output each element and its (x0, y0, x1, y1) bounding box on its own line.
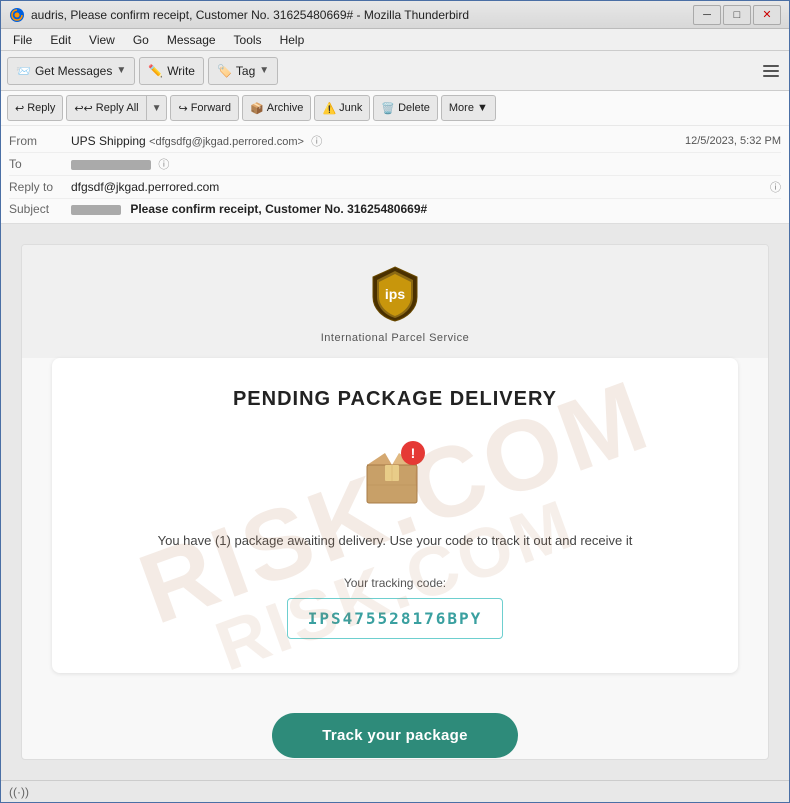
email-header: ↩ Reply ↩↩ Reply All ▼ ↪ Forward 📦 Archi… (1, 91, 789, 224)
reply-all-split: ↩↩ Reply All ▼ (66, 95, 167, 121)
tag-button[interactable]: 🏷️ Tag ▼ (208, 57, 278, 85)
menu-bar: File Edit View Go Message Tools Help (1, 29, 789, 51)
reply-to-label: Reply to (9, 180, 71, 194)
pending-title: PENDING PACKAGE DELIVERY (82, 388, 708, 411)
to-info-icon[interactable]: ⓘ (158, 159, 169, 171)
email-content: ips International Parcel Service PENDING… (21, 244, 769, 760)
tracking-label: Your tracking code: (82, 576, 708, 590)
to-row: To ⓘ (9, 153, 781, 176)
reply-icon: ↩ (15, 102, 24, 115)
package-svg: ! (355, 431, 435, 511)
title-bar: audris, Please confirm receipt, Customer… (1, 1, 789, 29)
toolbar: 📨 Get Messages ▼ ✏️ Write 🏷️ Tag ▼ (1, 51, 789, 91)
reply-to-row: Reply to dfgsdf@jkgad.perrored.com ⓘ (9, 176, 781, 199)
email-action-toolbar: ↩ Reply ↩↩ Reply All ▼ ↪ Forward 📦 Archi… (1, 91, 789, 126)
subject-row: Subject Please confirm receipt, Customer… (9, 199, 781, 219)
junk-button[interactable]: ⚠️ Junk (314, 95, 370, 121)
hamburger-line-1 (763, 65, 779, 67)
delete-icon: 🗑️ (381, 102, 395, 115)
main-window: audris, Please confirm receipt, Customer… (0, 0, 790, 803)
email-fields: From UPS Shipping <dfgsdfg@jkgad.perrore… (1, 126, 789, 223)
to-label: To (9, 157, 71, 171)
tag-arrow: ▼ (259, 65, 269, 76)
reply-to-info-icon[interactable]: ⓘ (770, 179, 781, 195)
write-icon: ✏️ (148, 64, 163, 78)
email-body: RISK.COM RISK.COM ips International Parc… (1, 224, 789, 780)
from-name: UPS Shipping (71, 134, 146, 148)
from-info-icon[interactable]: ⓘ (311, 136, 322, 148)
menu-file[interactable]: File (5, 31, 40, 49)
track-btn-area: Track your package (22, 693, 768, 760)
ips-shield-svg: ips (365, 263, 425, 323)
email-date: 12/5/2023, 5:32 PM (685, 135, 781, 147)
more-button[interactable]: More ▼ (441, 95, 496, 121)
ips-logo: ips International Parcel Service (321, 263, 470, 344)
svg-text:!: ! (411, 445, 416, 461)
minimize-button[interactable]: ─ (693, 5, 721, 25)
reply-all-button[interactable]: ↩↩ Reply All (66, 95, 145, 121)
logo-tagline: International Parcel Service (321, 332, 470, 344)
close-button[interactable]: ✕ (753, 5, 781, 25)
subject-label: Subject (9, 202, 71, 216)
svg-text:ips: ips (385, 286, 405, 302)
reply-button[interactable]: ↩ Reply (7, 95, 63, 121)
from-label: From (9, 134, 71, 148)
hamburger-menu-button[interactable] (759, 59, 783, 83)
junk-icon: ⚠️ (322, 102, 336, 115)
reply-to-value: dfgsdf@jkgad.perrored.com (71, 180, 766, 194)
package-icon-container: ! (355, 431, 435, 511)
reply-all-dropdown[interactable]: ▼ (146, 95, 168, 121)
to-value: ⓘ (71, 156, 781, 172)
archive-icon: 📦 (250, 102, 264, 115)
from-row: From UPS Shipping <dfgsdfg@jkgad.perrore… (9, 130, 781, 153)
title-controls: ─ □ ✕ (693, 5, 781, 25)
status-bar: ((·)) (1, 780, 789, 802)
menu-tools[interactable]: Tools (226, 31, 270, 49)
hamburger-line-2 (763, 70, 779, 72)
get-messages-arrow: ▼ (116, 65, 126, 76)
from-email: <dfgsdfg@jkgad.perrored.com> (149, 136, 304, 148)
tracking-code: IPS475528176BPY (287, 598, 504, 639)
archive-button[interactable]: 📦 Archive (242, 95, 311, 121)
title-bar-left: audris, Please confirm receipt, Customer… (9, 7, 469, 23)
window-title: audris, Please confirm receipt, Customer… (31, 8, 469, 22)
menu-go[interactable]: Go (125, 31, 157, 49)
write-button[interactable]: ✏️ Write (139, 57, 204, 85)
more-arrow-icon: ▼ (477, 102, 488, 114)
from-value: UPS Shipping <dfgsdfg@jkgad.perrored.com… (71, 133, 685, 149)
email-main-card: PENDING PACKAGE DELIVERY (52, 358, 738, 673)
hamburger-line-3 (763, 75, 779, 77)
subject-redacted (71, 205, 121, 215)
logo-area: ips International Parcel Service (22, 245, 768, 358)
app-icon (9, 7, 25, 23)
to-redacted (71, 160, 151, 170)
menu-edit[interactable]: Edit (42, 31, 79, 49)
maximize-button[interactable]: □ (723, 5, 751, 25)
menu-view[interactable]: View (81, 31, 123, 49)
reply-all-icon: ↩↩ (74, 102, 92, 115)
track-package-button[interactable]: Track your package (272, 713, 517, 758)
delete-button[interactable]: 🗑️ Delete (373, 95, 438, 121)
get-messages-icon: 📨 (16, 64, 31, 78)
forward-icon: ↪ (178, 102, 187, 115)
subject-value: Please confirm receipt, Customer No. 316… (71, 202, 781, 216)
menu-help[interactable]: Help (272, 31, 313, 49)
package-body-text: You have (1) package awaiting delivery. … (82, 531, 708, 552)
menu-message[interactable]: Message (159, 31, 224, 49)
tag-icon: 🏷️ (217, 64, 232, 78)
forward-button[interactable]: ↪ Forward (170, 95, 239, 121)
status-icon: ((·)) (9, 785, 29, 799)
get-messages-button[interactable]: 📨 Get Messages ▼ (7, 57, 135, 85)
